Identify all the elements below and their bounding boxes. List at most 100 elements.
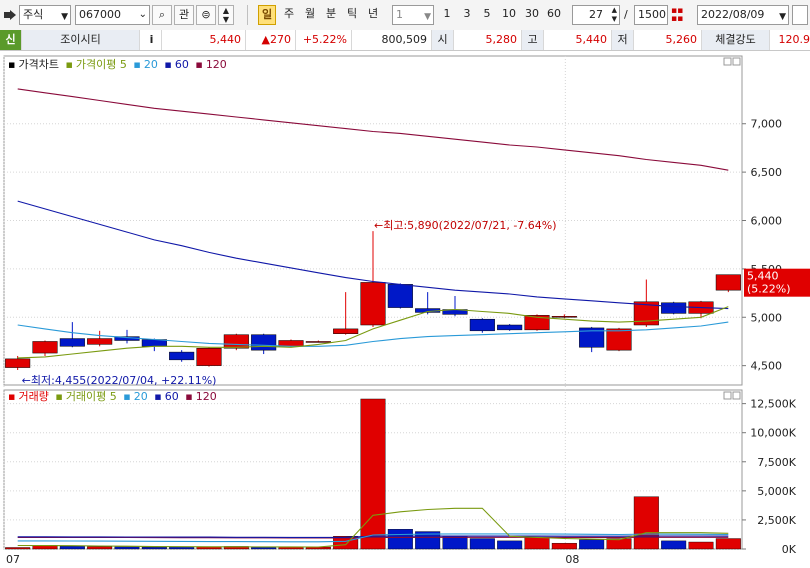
- period-week[interactable]: 주: [280, 5, 298, 25]
- interval-60[interactable]: 60: [543, 5, 565, 25]
- volume-bar: [251, 547, 276, 549]
- count-current-input[interactable]: 27 ▲▼: [572, 5, 620, 25]
- search-icon: ⌕: [159, 8, 165, 21]
- ma60-legend: 60: [175, 58, 189, 71]
- chevron-down-icon: ▼: [779, 8, 786, 26]
- ma5-legend-marker: ▪: [65, 58, 72, 71]
- chevron-down-icon: ⌄: [139, 6, 147, 24]
- credit-badge-label: 신: [5, 33, 15, 46]
- candle-body: [279, 340, 304, 346]
- count-total-input[interactable]: 1500: [634, 5, 668, 25]
- price-legend-title: 가격차트: [18, 58, 58, 71]
- candle-body: [497, 325, 522, 330]
- period-minute[interactable]: 분: [322, 5, 340, 25]
- candle-body: [169, 352, 194, 360]
- interval-60-label: 60: [547, 7, 561, 20]
- candle-body: [251, 335, 276, 350]
- stepper-button[interactable]: ▲▼: [218, 5, 234, 25]
- info-icon: i: [150, 33, 154, 46]
- period-month[interactable]: 월: [301, 5, 319, 25]
- count-separator: /: [624, 8, 628, 21]
- chevron-down-icon: ▼: [424, 8, 431, 26]
- vma60-legend: 60: [165, 390, 179, 403]
- divider: [247, 5, 248, 25]
- volume-bar: [661, 541, 686, 549]
- date-input[interactable]: 2022/08/09 ▼: [697, 5, 789, 25]
- low-price: 5,260: [634, 30, 702, 50]
- open-price-value: 5,280: [486, 33, 518, 46]
- high-annotation: ←최고:5,890(2022/07/21, -7.64%): [374, 219, 557, 232]
- price-legend-marker: ▪: [8, 58, 15, 71]
- link-button[interactable]: ⊜: [196, 5, 216, 25]
- low-annotation: ←최저:4,455(2022/07/04, +22.11%): [22, 374, 217, 387]
- calendar-button[interactable]: [792, 5, 808, 25]
- x-tick-label: 07: [6, 553, 20, 565]
- info-button[interactable]: i: [142, 30, 162, 50]
- volume-legend: ▪거래량 ▪거래이평 5 ▪20 ▪60 ▪120: [8, 390, 220, 404]
- login-arrow-icon[interactable]: [3, 8, 17, 22]
- interval-1[interactable]: 1: [438, 5, 456, 25]
- interval-5[interactable]: 5: [478, 5, 496, 25]
- volume-tick-label: 7,500K: [757, 456, 796, 469]
- chart-area[interactable]: 4,5005,0005,5006,0006,5007,0000K2,500K5,…: [0, 52, 810, 565]
- search-button[interactable]: ⌕: [152, 5, 172, 25]
- grid-icon[interactable]: ▪▪▪▪: [671, 7, 683, 23]
- chart-svg[interactable]: 4,5005,0005,5006,0006,5007,0000K2,500K5,…: [0, 52, 810, 565]
- strength-value: 120.9: [770, 30, 810, 50]
- candle-body: [306, 341, 331, 342]
- ma60-legend-marker: ▪: [164, 58, 171, 71]
- candle-body: [33, 341, 58, 353]
- candle-body: [361, 282, 386, 325]
- ma20-legend-marker: ▪: [133, 58, 140, 71]
- change-percent: +5.22%: [296, 30, 352, 50]
- volume-bar: [279, 547, 304, 549]
- chevron-down-icon: ▼: [61, 8, 68, 26]
- period-week-label: 주: [284, 7, 294, 20]
- vma20-legend-marker: ▪: [123, 390, 130, 403]
- interval-select[interactable]: 1 ▼: [392, 5, 434, 25]
- volume: 800,509: [352, 30, 432, 50]
- watch-button[interactable]: 관: [174, 5, 194, 25]
- volume-bar: [716, 539, 741, 549]
- price-pane-maximize-button: [733, 58, 740, 65]
- strength-label: 체결강도: [702, 30, 770, 50]
- period-tick[interactable]: 틱: [343, 5, 361, 25]
- period-day-label: 일: [262, 8, 272, 21]
- period-year[interactable]: 년: [364, 5, 382, 25]
- market-select[interactable]: 주식 ▼: [19, 5, 71, 25]
- ma120-legend: 120: [206, 58, 227, 71]
- interval-3-label: 3: [464, 7, 471, 20]
- candle-body: [607, 329, 632, 350]
- volume-bar: [579, 540, 604, 549]
- candle-body: [470, 319, 495, 331]
- last-price-label: 5,440: [747, 270, 779, 283]
- high-label: 고: [522, 30, 544, 50]
- volume-bar: [525, 537, 550, 549]
- volume-bar: [60, 546, 85, 549]
- volume-legend-marker: ▪: [8, 390, 15, 403]
- open-price: 5,280: [454, 30, 522, 50]
- volume-bar: [470, 539, 495, 549]
- interval-1-label: 1: [444, 7, 451, 20]
- change-percent-value: +5.22%: [303, 33, 347, 46]
- credit-badge: 신: [0, 30, 22, 50]
- volume-value: 800,509: [382, 33, 428, 46]
- interval-5-label: 5: [484, 7, 491, 20]
- price-tick-label: 6,000: [751, 215, 783, 228]
- interval-3[interactable]: 3: [458, 5, 476, 25]
- price-tick-label: 5,000: [751, 311, 783, 324]
- volume-pane-maximize-button: [733, 392, 740, 399]
- market-select-value: 주식: [23, 8, 43, 21]
- interval-30[interactable]: 30: [521, 5, 543, 25]
- volume-tick-label: 5,000K: [757, 485, 796, 498]
- volume-pane-restore-button: [724, 392, 731, 399]
- price-tick-label: 7,000: [751, 118, 783, 131]
- stock-code-input[interactable]: 067000 ⌄: [75, 5, 150, 25]
- volume-bar: [443, 536, 468, 549]
- volume-tick-label: 0K: [782, 543, 797, 556]
- period-day[interactable]: 일: [258, 5, 276, 25]
- interval-10[interactable]: 10: [498, 5, 520, 25]
- candle-body: [333, 329, 358, 334]
- spin-icon: ▲▼: [612, 6, 617, 24]
- volume-bar: [115, 547, 140, 549]
